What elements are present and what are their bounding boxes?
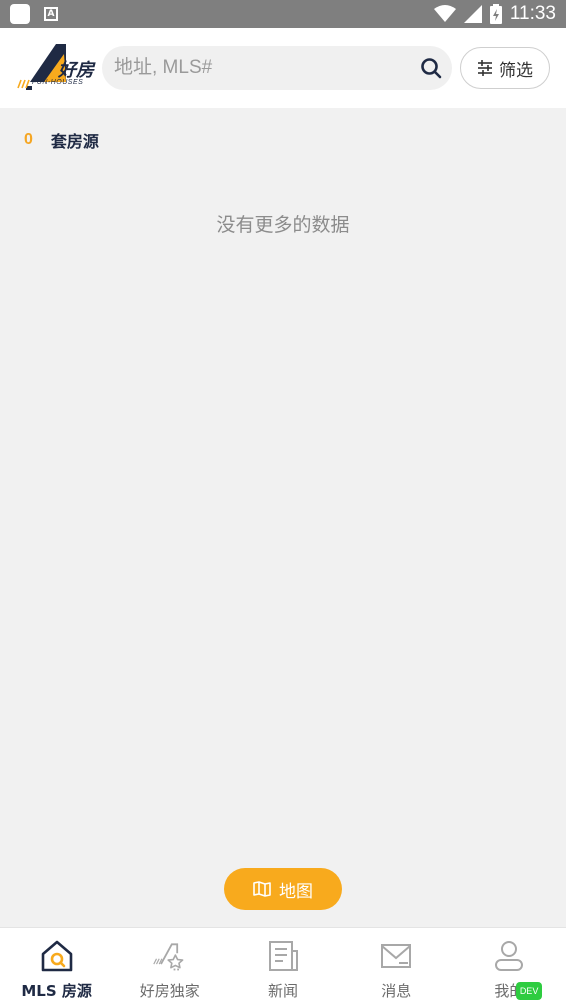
nav-label-exclusive: 好房独家 <box>139 982 200 1000</box>
nav-label-news: 新闻 <box>268 982 299 1000</box>
empty-message: 没有更多的数据 <box>216 214 350 236</box>
newspaper-icon <box>265 938 301 974</box>
status-time: 11:33 <box>509 3 556 24</box>
nav-item-exclusive[interactable]: 好房独家 <box>113 928 226 1006</box>
nav-item-messages[interactable]: 消息 <box>340 928 453 1006</box>
exclusive-house-icon <box>152 938 188 974</box>
battery-icon <box>489 4 502 24</box>
user-icon <box>491 938 527 974</box>
nav-item-news[interactable]: 新闻 <box>226 928 339 1006</box>
keyboard-a-icon: A <box>44 7 58 21</box>
dev-badge: DEV <box>515 982 543 1000</box>
logo-subtext: FUN-HOUSES <box>32 79 84 86</box>
app-square-icon <box>10 4 30 24</box>
header: 好房 FUN-HOUSES 筛选 <box>0 28 566 108</box>
result-count: 0 套房源 <box>24 128 99 152</box>
result-count-number: 0 <box>24 131 33 148</box>
bottom-nav: MLS 房源 好房独家 新闻 消息 我的 DEV <box>0 927 566 1006</box>
nav-label-messages: 消息 <box>381 982 412 1000</box>
map-icon <box>253 881 271 897</box>
app-logo[interactable]: 好房 FUN-HOUSES <box>16 42 98 94</box>
filter-label: 筛选 <box>499 60 533 80</box>
nav-item-profile[interactable]: 我的 DEV <box>453 928 566 1006</box>
nav-item-mls[interactable]: MLS 房源 <box>0 928 113 1006</box>
wifi-icon <box>433 5 456 23</box>
search-box[interactable] <box>102 46 452 90</box>
sliders-icon <box>477 60 493 76</box>
page: A 11:33 好房 FUN-HOUSES 地址, MLS# 筛选 0 套房源 … <box>0 0 566 1006</box>
mail-icon <box>378 938 414 974</box>
map-button-label: 地图 <box>279 881 313 901</box>
filter-button[interactable]: 筛选 <box>460 47 550 89</box>
nav-label-mls: MLS 房源 <box>21 982 92 1000</box>
result-count-label: 套房源 <box>50 132 99 151</box>
search-icon[interactable] <box>420 57 442 79</box>
search-input[interactable] <box>114 57 420 79</box>
house-search-icon <box>39 938 75 974</box>
map-button[interactable]: 地图 <box>224 868 342 910</box>
status-bar: A 11:33 <box>0 0 566 28</box>
cellular-icon <box>463 5 482 23</box>
